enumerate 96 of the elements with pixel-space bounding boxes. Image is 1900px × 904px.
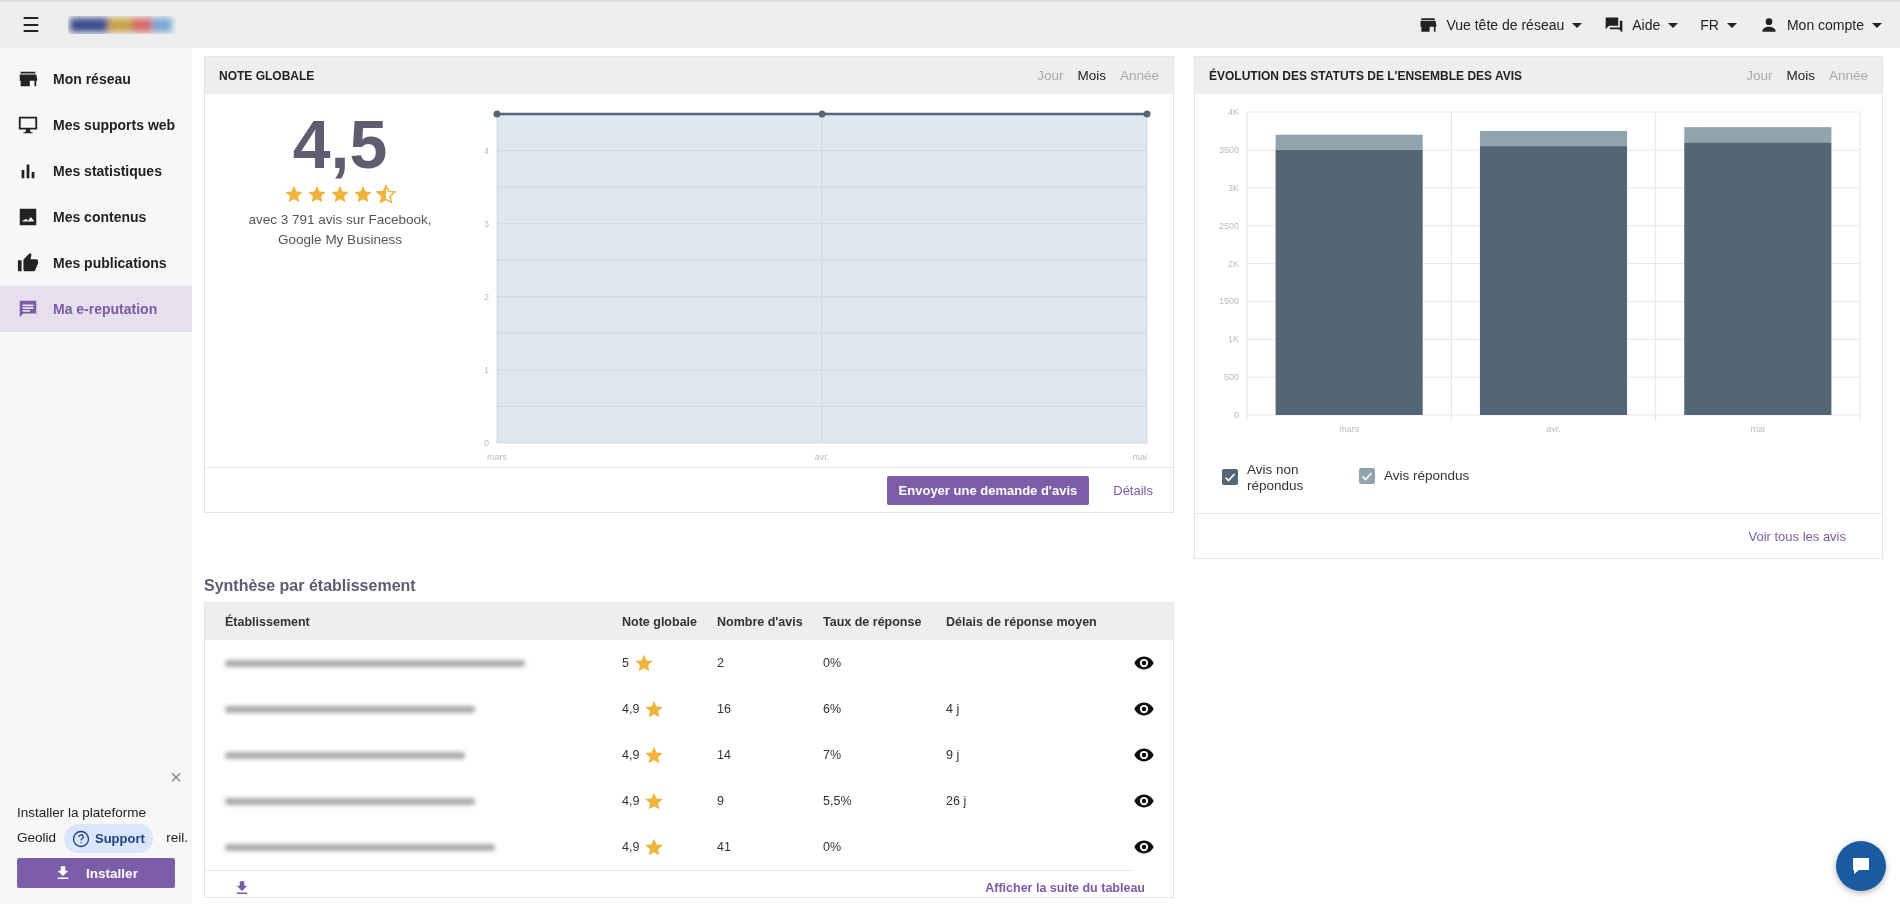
star-icon: [644, 745, 665, 765]
axis-label: avr.: [814, 452, 830, 462]
table-cell-text: 2: [717, 656, 725, 670]
column-header: Note globale: [622, 614, 698, 629]
axis-label: mai: [1750, 424, 1766, 434]
table-cell-text: 41: [717, 840, 732, 854]
table-cell-text: 14: [717, 748, 732, 762]
sidebar-item[interactable]: Mes statistiques: [0, 148, 192, 194]
table-cell-text: 16: [717, 702, 732, 716]
sidebar-item[interactable]: Ma e-reputation: [0, 286, 192, 332]
rating-cell: 4,9: [622, 837, 717, 857]
table-cell-text: 9 j: [946, 748, 961, 762]
legend-item[interactable]: Avis non répondus: [1222, 462, 1317, 513]
rating-cell: 4,9: [622, 791, 717, 811]
axis-label: 1: [484, 364, 489, 375]
table-cell-text: 4 j: [946, 702, 961, 716]
monitor-icon: [17, 114, 39, 136]
table-cell-text: 9: [717, 794, 725, 808]
period-tab[interactable]: Mois: [1077, 68, 1106, 83]
axis-label: 2: [484, 291, 489, 302]
sidebar-item[interactable]: Mon réseau: [0, 56, 192, 102]
view-all-link[interactable]: Voir tous les avis: [1742, 522, 1852, 550]
top-menu-button[interactable]: Vue tête de réseau: [1418, 11, 1583, 39]
axis-label: 3: [484, 218, 489, 229]
chat-button[interactable]: [1836, 841, 1886, 891]
axis-label: mars: [487, 452, 507, 462]
column-header: Établissement: [225, 614, 311, 629]
legend-item[interactable]: Avis répondus: [1359, 462, 1470, 513]
top-menu-button[interactable]: Mon compte: [1758, 11, 1882, 39]
rating-cell: 4,9: [622, 699, 717, 719]
help-icon: [72, 829, 90, 848]
sidebar-item[interactable]: Mes supports web: [0, 102, 192, 148]
chat-icon: [1604, 15, 1625, 35]
send-request-button[interactable]: Envoyer une demande d'avis: [886, 475, 1090, 505]
caret-icon: [1726, 22, 1737, 28]
top-menu-button[interactable]: Aide: [1604, 11, 1679, 39]
sidebar-item[interactable]: Mes publications: [0, 240, 192, 286]
chart-point: [818, 110, 826, 118]
rating-cell: 5: [622, 653, 717, 673]
caret-icon: [1872, 22, 1882, 28]
axis-label: 4: [484, 145, 489, 156]
store-icon: [1418, 15, 1439, 35]
rating-caption: avec 3 791 avis sur Facebook, Google My Business: [247, 211, 433, 249]
axis-label: mai: [1132, 452, 1147, 462]
table-cell-text: 5,5%: [823, 794, 853, 808]
axis-label: 4K: [1228, 107, 1239, 117]
table-cell-text: 6%: [823, 702, 843, 716]
rating-cell: 4,9: [622, 745, 717, 765]
table-cell-text: 0%: [823, 656, 843, 670]
promo-text: reil.: [166, 829, 188, 847]
card-title: ÉVOLUTION DES STATUTS DE L'ENSEMBLE DES AVIS: [1209, 68, 1523, 83]
section-title: Synthèse par établissement: [204, 577, 417, 595]
star-icon: [644, 791, 665, 811]
star-icon: [284, 184, 304, 204]
star-icon: [376, 184, 396, 204]
show-more-link[interactable]: Afficher la suite du tableau: [985, 881, 1145, 895]
top-menu-button[interactable]: FR: [1700, 13, 1737, 37]
star-icon: [353, 184, 373, 204]
axis-label: 3500: [1218, 144, 1239, 155]
checkbox[interactable]: [1222, 469, 1238, 485]
axis-label: avr.: [1546, 424, 1561, 434]
checkbox[interactable]: [1359, 468, 1375, 484]
star-icon: [633, 653, 654, 673]
axis-label: 2500: [1218, 220, 1239, 231]
axis-label: 1500: [1218, 296, 1239, 307]
table-cell-text: 26 j: [946, 794, 968, 808]
table-cell-text: 7%: [823, 748, 843, 762]
thumbs-up-icon: [17, 252, 39, 274]
card-title: NOTE GLOBALE: [219, 68, 315, 83]
caret-icon: [1668, 22, 1679, 28]
axis-label: 500: [1223, 372, 1239, 383]
column-header: Délais de réponse moyen: [946, 614, 1098, 629]
sidebar-item[interactable]: Mes contenus: [0, 194, 192, 240]
chart-point: [493, 110, 501, 118]
column-header: Nombre d'avis: [717, 614, 804, 629]
promo-text: Installer la plateforme: [17, 804, 148, 822]
period-tab[interactable]: Mois: [1786, 68, 1815, 83]
star-icon: [307, 184, 327, 204]
image-icon: [17, 206, 39, 228]
column-header: Taux de réponse: [823, 614, 923, 629]
star-icon: [644, 837, 665, 857]
rating-score: 4,5: [292, 106, 388, 182]
table-cell-text: 0%: [823, 840, 843, 854]
star-icon: [644, 699, 665, 719]
menu-button[interactable]: ☰: [16, 13, 46, 37]
caret-icon: [1572, 22, 1583, 28]
axis-label: 1K: [1228, 334, 1239, 345]
install-button[interactable]: Installer: [17, 858, 175, 888]
axis-label: 3K: [1228, 182, 1239, 193]
support-button[interactable]: Support: [64, 824, 153, 853]
chart-point: [1143, 110, 1151, 118]
promo-text: Geolid: [17, 829, 57, 847]
details-link[interactable]: Détails: [1107, 476, 1159, 504]
star-icon: [330, 184, 350, 204]
axis-label: mars: [1339, 424, 1360, 434]
axis-label: 2K: [1228, 258, 1239, 269]
